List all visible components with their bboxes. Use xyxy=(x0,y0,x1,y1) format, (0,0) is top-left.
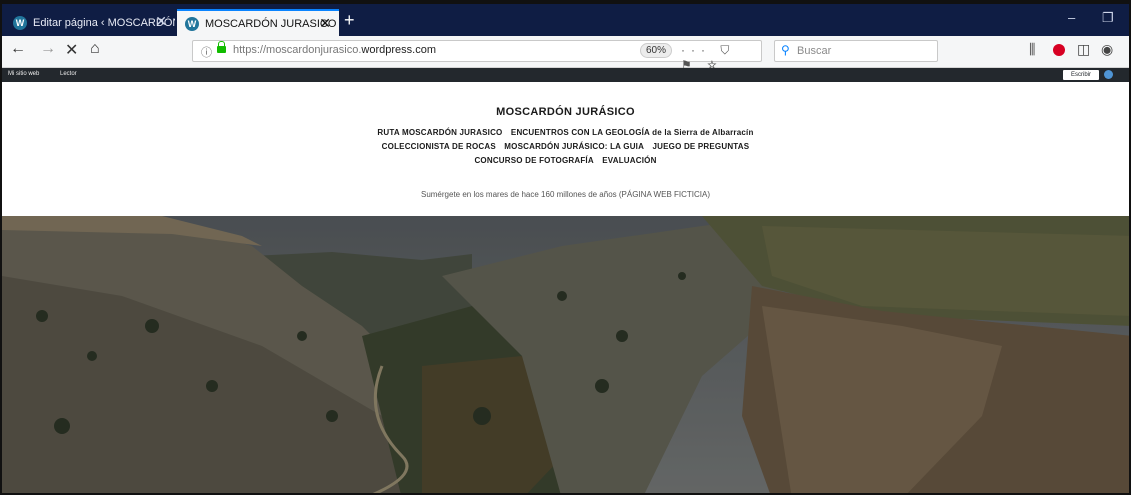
search-placeholder: Buscar xyxy=(797,45,832,57)
reload-icon[interactable]: ✕ xyxy=(65,40,78,60)
wp-reader-link[interactable]: Lector xyxy=(60,71,77,77)
lock-icon[interactable] xyxy=(217,41,226,53)
back-icon[interactable]: ← xyxy=(10,40,26,58)
menu-row: RUTA MOSCARDÓN JURASICO ENCUENTROS CON L… xyxy=(2,128,1129,137)
tab-title: Editar página ‹ MOSCARDÓN xyxy=(33,16,175,29)
zoom-level-badge[interactable]: 60% xyxy=(640,43,673,58)
sidebar-icon[interactable]: ◫ xyxy=(1077,41,1090,58)
forward-icon[interactable]: → xyxy=(40,40,56,58)
menu-row: COLECCIONISTA DE ROCAS MOSCARDÓN JURÁSIC… xyxy=(2,142,1129,151)
tab-moscardon[interactable]: W MOSCARDÓN JURASICO ✕ xyxy=(177,9,339,36)
menu-item-concurso[interactable]: CONCURSO DE FOTOGRAFÍA xyxy=(474,156,593,165)
account-icon[interactable]: ◉ xyxy=(1101,41,1113,58)
stop-addon-icon[interactable] xyxy=(1053,44,1065,56)
wp-write-button[interactable]: Escribir xyxy=(1063,70,1099,80)
tab-close-icon[interactable]: ✕ xyxy=(155,13,167,30)
site-header: MOSCARDÓN JURÁSICO RUTA MOSCARDÓN JURASI… xyxy=(2,82,1129,216)
tab-title: MOSCARDÓN JURASICO xyxy=(205,17,337,30)
tab-close-icon[interactable]: ✕ xyxy=(319,15,331,32)
browser-window: W Editar página ‹ MOSCARDÓN ✕ W MOSCARDÓ… xyxy=(0,0,1131,495)
home-icon[interactable]: ⌂ xyxy=(90,40,100,58)
tab-editar-pagina[interactable]: W Editar página ‹ MOSCARDÓN ✕ xyxy=(5,9,175,36)
canyon-landscape-illustration xyxy=(2,216,1129,493)
search-icon: ⚲ xyxy=(781,43,790,57)
library-icon[interactable]: ⫼ xyxy=(1029,41,1035,58)
menu-item-juego[interactable]: JUEGO DE PREGUNTAS xyxy=(653,142,750,151)
wordpress-icon: W xyxy=(13,15,27,30)
menu-item-guia[interactable]: MOSCARDÓN JURÁSICO: LA GUIA xyxy=(504,142,644,151)
site-title[interactable]: MOSCARDÓN JURÁSICO xyxy=(2,106,1129,118)
hero-canyon-image xyxy=(2,216,1129,493)
search-bar[interactable]: ⚲ Buscar xyxy=(774,40,938,62)
menu-item-ruta[interactable]: RUTA MOSCARDÓN JURASICO xyxy=(377,128,502,137)
url-text[interactable]: https://moscardonjurasico.wordpress.com xyxy=(233,44,436,56)
info-icon[interactable]: ⓘ xyxy=(201,44,212,60)
wp-notifications-icon[interactable] xyxy=(1104,70,1113,79)
menu-item-evaluacion[interactable]: EVALUACIÓN xyxy=(602,156,656,165)
minimize-button[interactable]: – xyxy=(1068,10,1075,25)
tab-strip: W Editar página ‹ MOSCARDÓN ✕ W MOSCARDÓ… xyxy=(2,4,1129,36)
new-tab-button[interactable]: + xyxy=(344,10,355,31)
menu-item-coleccionista[interactable]: COLECCIONISTA DE ROCAS xyxy=(382,142,496,151)
wordpress-icon: W xyxy=(185,16,199,31)
menu-item-encuentros[interactable]: ENCUENTROS CON LA GEOLOGÍA de la Sierra … xyxy=(511,128,754,137)
navigation-toolbar: ← → ✕ ⌂ ⓘ https://moscardonjurasico.word… xyxy=(2,36,1129,72)
site-tagline: Sumérgete en los mares de hace 160 millo… xyxy=(420,190,710,199)
wp-admin-bar: Mi sitio web Lector Escribir xyxy=(2,68,1129,82)
restore-button[interactable]: ❐ xyxy=(1102,10,1114,26)
address-bar[interactable]: ⓘ https://moscardonjurasico.wordpress.co… xyxy=(192,40,762,72)
menu-row: CONCURSO DE FOTOGRAFÍA EVALUACIÓN xyxy=(2,156,1129,165)
wp-my-site-link[interactable]: Mi sitio web xyxy=(8,71,39,77)
